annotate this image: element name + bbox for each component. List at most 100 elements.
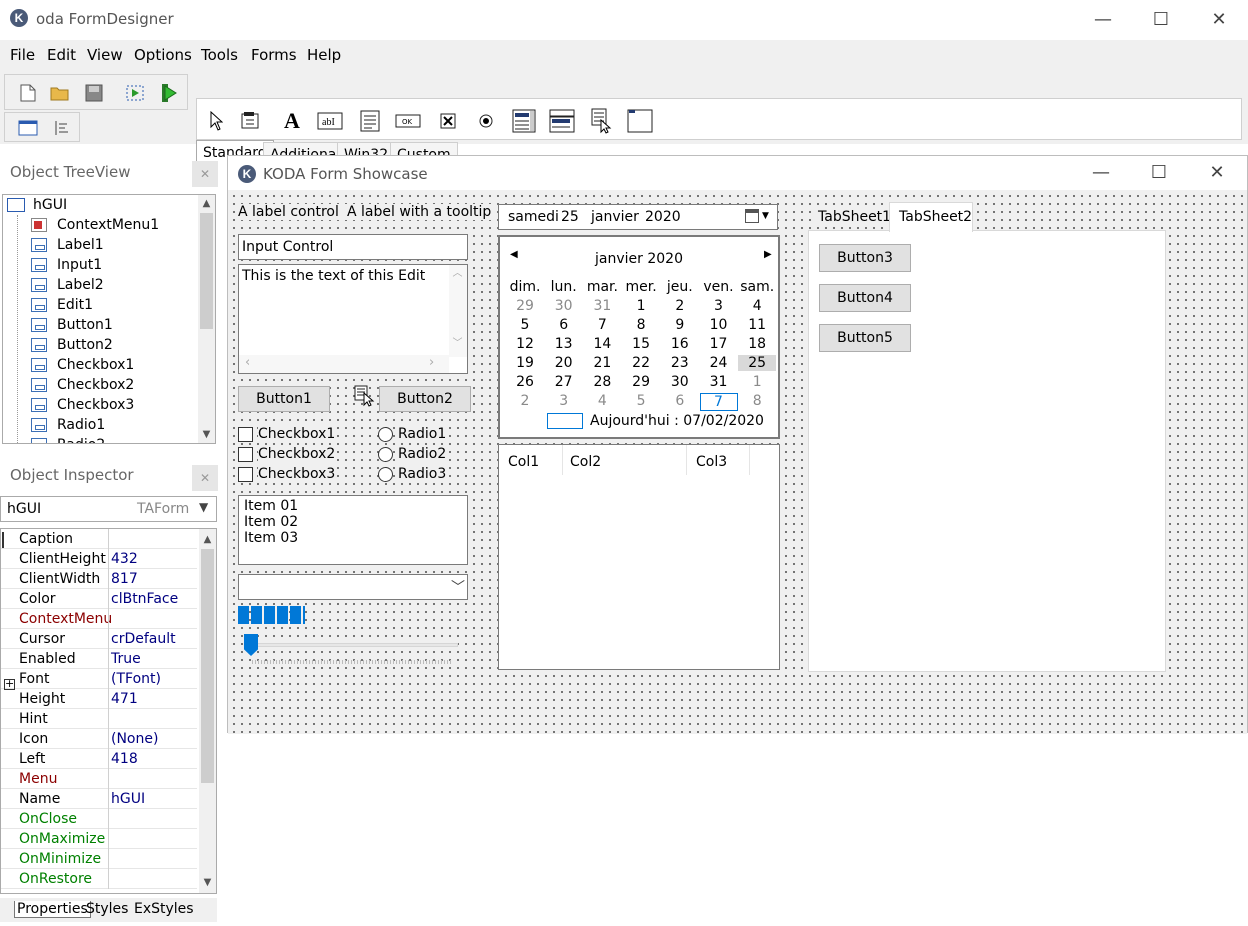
calendar-day[interactable]: 1 (738, 374, 776, 390)
property-value[interactable]: 432 (111, 549, 138, 569)
treeview-scrollbar[interactable]: ▲ ▼ (198, 195, 215, 443)
edit-hscroll[interactable]: ‹ › (239, 355, 449, 373)
label-control[interactable]: A label control (236, 204, 341, 220)
tab-sheet2[interactable]: TabSheet2 (889, 202, 973, 232)
calendar-day[interactable]: 27 (545, 374, 583, 390)
combo-control[interactable]: ﹀ (238, 574, 468, 600)
calendar-day[interactable]: 20 (545, 355, 583, 371)
chevron-right-icon[interactable]: › (429, 355, 434, 370)
generate-code-icon[interactable] (123, 80, 149, 106)
tab-sheet1[interactable]: TabSheet1 (816, 209, 894, 225)
property-row[interactable]: ContextMenu (1, 609, 197, 629)
edit-tool-icon[interactable] (357, 108, 383, 134)
property-row[interactable]: Menu (1, 769, 197, 789)
slider-control[interactable] (244, 634, 458, 666)
calendar-day[interactable]: 31 (583, 298, 621, 314)
calendar-day[interactable]: 14 (583, 336, 621, 352)
checkbox-box[interactable] (238, 447, 253, 462)
list-view[interactable]: Col1 Col2 Col3 (498, 444, 780, 670)
menu-options[interactable]: Options (134, 46, 192, 64)
chevron-down-icon[interactable]: ▼ (199, 874, 216, 891)
calendar-day[interactable]: 19 (506, 355, 544, 371)
calendar-day[interactable]: 6 (545, 317, 583, 333)
calendar-day[interactable]: 13 (545, 336, 583, 352)
radio-circle[interactable] (378, 467, 393, 482)
menu-help[interactable]: Help (307, 46, 341, 64)
chevron-down-icon[interactable]: ▼ (198, 426, 215, 443)
chevron-down-icon[interactable]: ﹀ (451, 577, 465, 597)
radio-circle[interactable] (378, 427, 393, 442)
property-value[interactable]: clBtnFace (111, 589, 178, 609)
radio-tool-icon[interactable] (473, 108, 499, 134)
calendar-day[interactable]: 3 (545, 393, 583, 409)
edit-control[interactable]: This is the text of this Edit ︿ ﹀ ‹ › (238, 264, 468, 374)
chevron-down-icon[interactable]: ﹀ (449, 335, 466, 352)
calendar-day[interactable]: 31 (700, 374, 738, 390)
scroll-thumb[interactable] (200, 213, 213, 329)
list-tool-icon[interactable] (511, 108, 537, 134)
property-row[interactable]: Hint (1, 709, 197, 729)
calendar-day[interactable]: 5 (622, 393, 660, 409)
property-row[interactable]: OnMinimize (1, 849, 197, 869)
calendar-day[interactable]: 30 (545, 298, 583, 314)
calendar-day[interactable]: 5 (506, 317, 544, 333)
property-value[interactable]: crDefault (111, 629, 176, 649)
calendar-day[interactable]: 11 (738, 317, 776, 333)
button2[interactable]: Button2 (379, 386, 471, 412)
chevron-up-icon[interactable]: ▲ (198, 195, 215, 212)
radio-circle[interactable] (378, 447, 393, 462)
chevron-down-icon[interactable]: ▼ (762, 211, 769, 221)
window-tool-icon[interactable] (627, 108, 653, 134)
calendar-day[interactable]: 15 (622, 336, 660, 352)
menu-forms[interactable]: Forms (251, 46, 297, 64)
calendar-day[interactable]: 12 (506, 336, 544, 352)
button3[interactable]: Button3 (819, 244, 911, 272)
button-tool-icon[interactable]: OK (395, 108, 421, 134)
property-row[interactable]: OnRestore (1, 869, 197, 889)
calendar-day[interactable]: 4 (738, 298, 776, 314)
list-item[interactable]: Item 02 (244, 514, 298, 530)
form-maximize-button[interactable]: ☐ (1136, 159, 1182, 187)
open-folder-icon[interactable] (47, 80, 73, 106)
calendar-dropdown-icon[interactable] (745, 209, 759, 223)
run-icon[interactable] (155, 80, 181, 106)
calendar-month-title[interactable]: janvier 2020 (500, 251, 778, 267)
checkbox-tool-icon[interactable] (435, 108, 461, 134)
calendar-day[interactable]: 28 (583, 374, 621, 390)
edit-vscroll[interactable]: ︿ ﹀ (449, 265, 467, 357)
calendar-day[interactable]: 8 (738, 393, 776, 409)
column-header[interactable]: Col3 (696, 454, 727, 470)
property-value[interactable]: True (111, 649, 141, 669)
chevron-down-icon[interactable]: ▼ (199, 500, 208, 514)
minimize-button[interactable]: — (1080, 6, 1126, 34)
menu-edit[interactable]: Edit (47, 46, 76, 64)
list-item[interactable]: Item 03 (244, 530, 298, 546)
button5[interactable]: Button5 (819, 324, 911, 352)
chevron-left-icon[interactable]: ‹ (245, 355, 250, 370)
list-item[interactable]: Item 01 (244, 498, 298, 514)
column-header[interactable]: Col1 (508, 454, 539, 470)
group-tool-icon[interactable] (239, 108, 265, 134)
calendar-day[interactable]: 29 (506, 298, 544, 314)
property-row[interactable]: Name hGUI (1, 789, 197, 809)
object-selector[interactable]: hGUI TAForm ▼ (0, 496, 217, 522)
calendar-day[interactable]: 24 (700, 355, 738, 371)
property-value[interactable]: hGUI (111, 789, 145, 809)
expand-icon[interactable]: + (4, 678, 15, 690)
date-dayname[interactable]: samedi (508, 209, 559, 225)
inspector-close-button[interactable]: ✕ (192, 465, 218, 491)
calendar-day[interactable]: 3 (700, 298, 738, 314)
checkbox-box[interactable] (238, 467, 253, 482)
property-row[interactable]: Caption (1, 529, 197, 549)
form-close-button[interactable]: ✕ (1194, 159, 1240, 187)
date-day[interactable]: 25 (561, 209, 579, 225)
calendar-day[interactable]: 2 (506, 393, 544, 409)
calendar-day[interactable]: 16 (661, 336, 699, 352)
property-row[interactable]: Cursor crDefault (1, 629, 197, 649)
tab-properties[interactable]: Properties (14, 901, 91, 918)
form-minimize-button[interactable]: — (1078, 159, 1124, 187)
calendar-day[interactable]: 26 (506, 374, 544, 390)
label-tool-icon[interactable]: A (279, 108, 305, 134)
property-row[interactable]: Left 418 (1, 749, 197, 769)
treeview-close-button[interactable]: ✕ (192, 161, 218, 187)
